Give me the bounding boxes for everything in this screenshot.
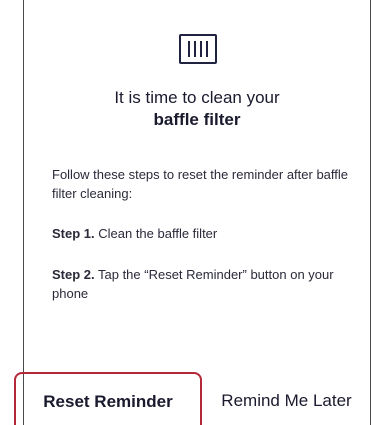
step-2-text: Tap the “Reset Reminder” button on your … (52, 267, 334, 301)
reset-reminder-button[interactable]: Reset Reminder (14, 372, 202, 425)
step-1-text: Clean the baffle filter (94, 226, 218, 241)
title-line-2: baffle filter (153, 110, 241, 129)
filter-slat (194, 41, 196, 57)
filter-slat (200, 41, 202, 57)
step-2: Step 2. Tap the “Reset Reminder” button … (52, 265, 352, 303)
remind-me-later-button[interactable]: Remind Me Later (202, 372, 371, 425)
baffle-filter-icon (179, 34, 217, 64)
filter-slat (188, 41, 190, 57)
title-line-1: It is time to clean your (114, 88, 280, 107)
step-2-label: Step 2. (52, 267, 95, 282)
filter-slat (206, 41, 208, 57)
instructions-intro: Follow these steps to reset the reminder… (52, 167, 349, 201)
step-1: Step 1. Clean the baffle filter (52, 224, 352, 243)
step-1-label: Step 1. (52, 226, 95, 241)
